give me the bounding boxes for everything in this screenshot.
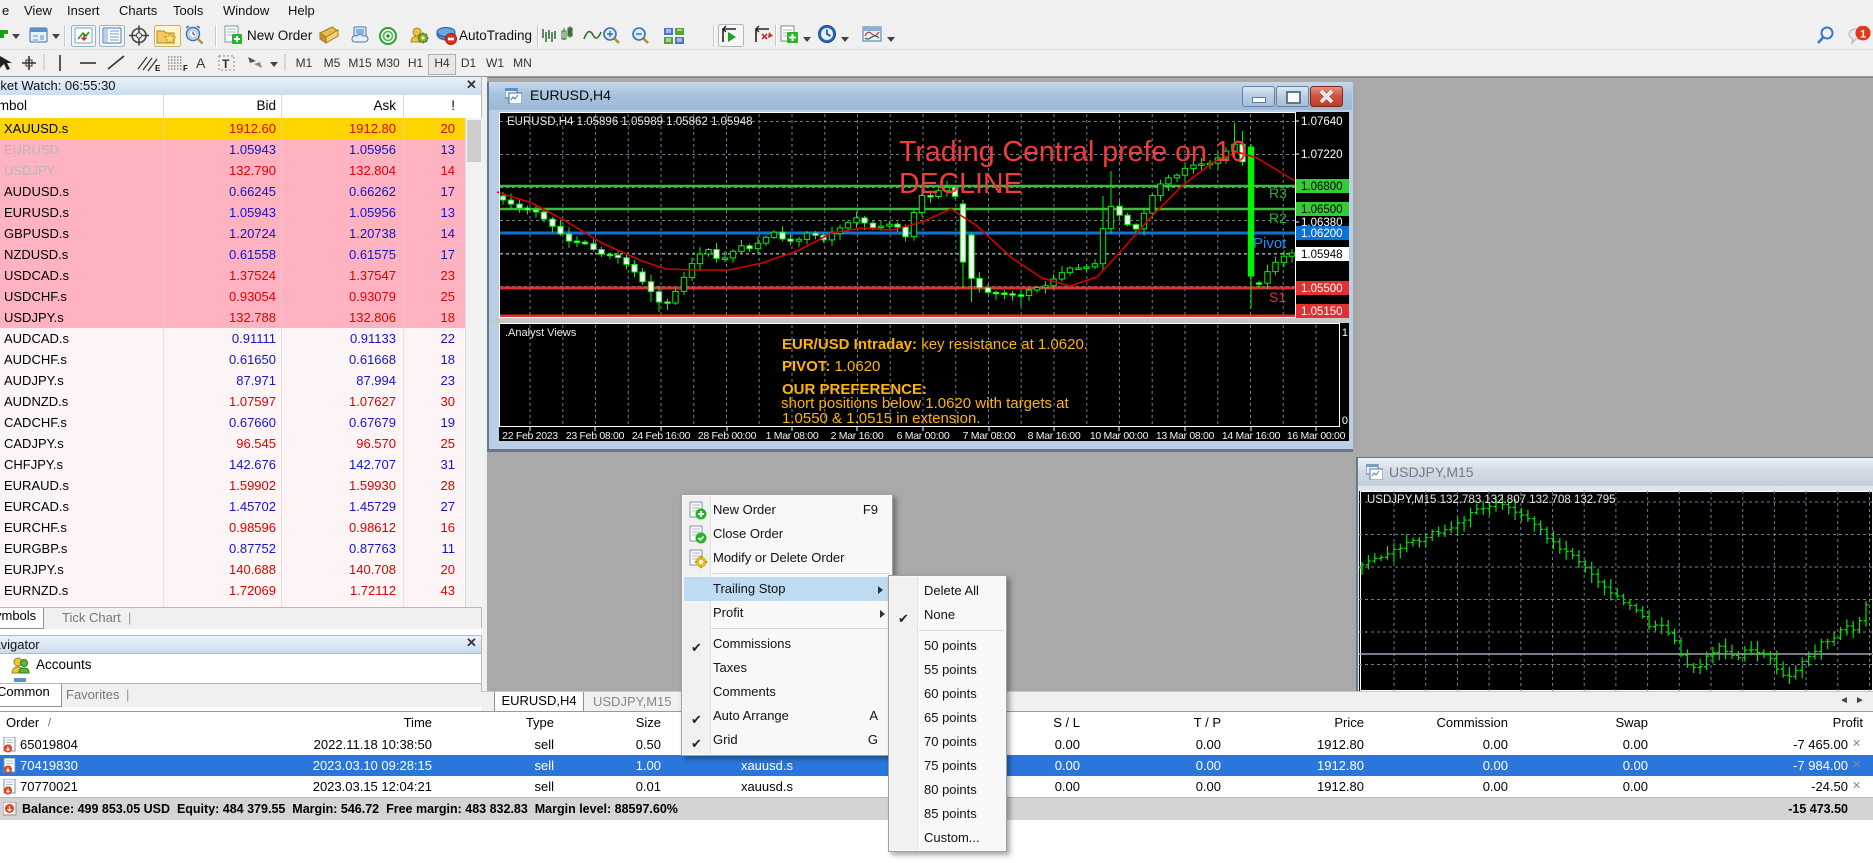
svg-text:7 Mar 08:00: 7 Mar 08:00 — [963, 430, 1016, 442]
svg-text:2 Mar 16:00: 2 Mar 16:00 — [831, 430, 884, 442]
svg-text:0: 0 — [1342, 415, 1348, 427]
svg-text:1: 1 — [1342, 327, 1348, 339]
svg-text:22 Feb 2023: 22 Feb 2023 — [502, 430, 558, 442]
svg-text:T: T — [222, 57, 230, 71]
svg-text:6 Mar 00:00: 6 Mar 00:00 — [897, 430, 950, 442]
svg-text:1.0550 & 1.0515 in extension.: 1.0550 & 1.0515 in extension. — [782, 410, 981, 427]
svg-text:A: A — [196, 55, 206, 71]
svg-text:USDJPY,M15 132.783 132.807 132: USDJPY,M15 132.783 132.807 132.708 132.7… — [1367, 494, 1616, 506]
svg-text:1.07640: 1.07640 — [1301, 116, 1343, 128]
svg-text:24 Feb 16:00: 24 Feb 16:00 — [632, 430, 691, 442]
svg-text:28 Feb 00:00: 28 Feb 00:00 — [698, 430, 757, 442]
svg-text:EUR/USD Intraday: key resista: EUR/USD Intraday: key resistance at 1.06… — [782, 336, 1088, 353]
svg-text:1: 1 — [1860, 29, 1866, 41]
svg-text:1.06500: 1.06500 — [1301, 204, 1343, 216]
svg-text:1.07220: 1.07220 — [1301, 149, 1343, 161]
svg-text:Pivot: Pivot — [1253, 235, 1287, 252]
svg-text:DECLINE: DECLINE — [899, 168, 1023, 200]
svg-text:1.05150: 1.05150 — [1301, 306, 1343, 318]
svg-text:EURUSD,H4 1.05896 1.05989 1.0: EURUSD,H4 1.05896 1.05989 1.05862 1.0594… — [507, 116, 753, 128]
svg-text:8 Mar 16:00: 8 Mar 16:00 — [1028, 430, 1081, 442]
svg-text:23 Feb 08:00: 23 Feb 08:00 — [566, 430, 625, 442]
svg-text:16 Mar 00:00: 16 Mar 00:00 — [1287, 430, 1346, 442]
svg-text:1.05500: 1.05500 — [1301, 283, 1343, 295]
svg-text:1.05948: 1.05948 — [1301, 249, 1343, 261]
svg-text:14 Mar 16:00: 14 Mar 16:00 — [1222, 430, 1281, 442]
svg-text:1.06800: 1.06800 — [1301, 181, 1343, 193]
svg-text:R3: R3 — [1269, 185, 1287, 201]
svg-text:13 Mar 08:00: 13 Mar 08:00 — [1156, 430, 1215, 442]
svg-text:.Analyst Views: .Analyst Views — [505, 327, 577, 339]
svg-text:S1: S1 — [1269, 289, 1286, 305]
svg-text:F: F — [183, 64, 188, 73]
svg-text:Trading Central prefe on 10: Trading Central prefe on 10 — [899, 136, 1246, 168]
svg-text:10 Mar 00:00: 10 Mar 00:00 — [1090, 430, 1149, 442]
svg-text:R2: R2 — [1269, 210, 1287, 226]
svg-text:E: E — [155, 64, 161, 73]
svg-text:PIVOT: 1.0620: PIVOT: 1.0620 — [782, 358, 880, 375]
svg-text:1 Mar 08:00: 1 Mar 08:00 — [766, 430, 819, 442]
svg-text:1.06200: 1.06200 — [1301, 228, 1343, 240]
